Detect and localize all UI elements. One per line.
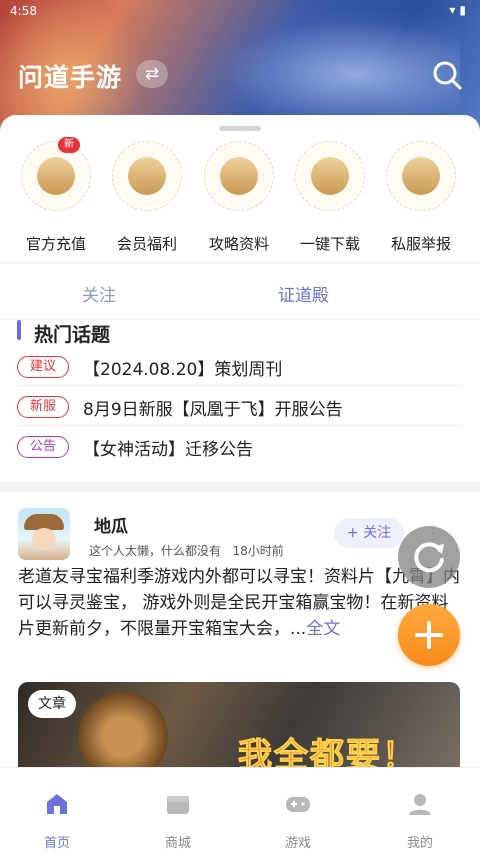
quick-actions-card: 新 官方充值 会员福利 攻略资料 一键下载 私服举报 — [0, 115, 480, 261]
plus-icon — [415, 621, 443, 649]
status-time: 4:58 — [10, 4, 37, 18]
nav-label: 我的 — [406, 836, 433, 851]
post-user-meta: 这个人太懒，什么都没有 18小时前 — [89, 542, 284, 559]
topic-text: 【女神活动】迁移公告 — [83, 440, 253, 460]
topic-tag: 公告 — [17, 436, 69, 458]
bottom-nav: 首页 商城 游戏 我的 — [0, 767, 480, 859]
refresh-icon — [414, 542, 444, 573]
post-text: 老道友寻宝福利季游戏内外都可以寻宝！资料片【九霄】内可以寻灵鉴宝， 游戏外则是全… — [18, 567, 460, 639]
gift-box-icon — [128, 157, 166, 195]
shop-icon — [167, 796, 189, 814]
feed-tabs: 关注 证道殿 — [0, 264, 480, 320]
search-button[interactable] — [430, 58, 464, 92]
image-art — [78, 692, 168, 767]
quick-action-label: 一键下载 — [299, 235, 360, 253]
topic-item[interactable]: 新服 8月9日新服【凤凰于飞】开服公告 — [17, 390, 461, 426]
download-icon — [311, 157, 349, 195]
battery-icon: ▮ — [459, 3, 470, 17]
section-marker — [17, 320, 21, 340]
quick-action-recharge[interactable]: 新 官方充值 — [14, 137, 98, 254]
nav-label: 商城 — [164, 836, 191, 851]
home-icon — [47, 794, 67, 814]
follow-button[interactable]: + 关注 — [334, 518, 404, 548]
refresh-button[interactable] — [398, 526, 460, 588]
tab-follow[interactable]: 关注 — [82, 281, 116, 306]
image-caption: 我全都要！ — [238, 736, 418, 768]
topic-tag: 建议 — [17, 356, 69, 378]
status-icons: ▾▮ — [449, 3, 470, 17]
post-user-name[interactable]: 地瓜 — [94, 512, 128, 537]
quick-action-label: 私服举报 — [390, 235, 451, 253]
nav-games[interactable]: 游戏 — [258, 790, 338, 851]
post-time: 18小时前 — [232, 544, 284, 558]
topic-tag: 新服 — [17, 396, 69, 418]
nav-label: 首页 — [43, 836, 70, 851]
warning-icon — [402, 157, 440, 195]
wifi-icon: ▾ — [449, 3, 460, 17]
nav-home[interactable]: 首页 — [17, 790, 97, 851]
post-image[interactable]: 我全都要！ 文章 — [18, 682, 460, 767]
post-signature: 这个人太懒，什么都没有 — [89, 544, 222, 558]
search-icon — [433, 61, 462, 90]
quick-action-label: 攻略资料 — [208, 235, 269, 253]
switch-icon: ⇄ — [144, 64, 160, 84]
app-title: 问道手游 — [18, 63, 123, 92]
topic-item[interactable]: 公告 【女神活动】迁移公告 — [17, 430, 461, 466]
hot-topics-section: 热门话题 建议 【2024.08.20】策划周刊 新服 8月9日新服【凤凰于飞】… — [0, 320, 480, 482]
profile-icon — [409, 794, 431, 815]
read-full-link[interactable]: 全文 — [306, 619, 340, 639]
quick-action-download[interactable]: 一键下载 — [288, 141, 372, 254]
tab-zhengdaodian[interactable]: 证道殿 — [278, 281, 329, 306]
nav-profile[interactable]: 我的 — [380, 790, 460, 851]
yin-yang-icon — [220, 157, 258, 195]
switch-game-button[interactable]: ⇄ — [136, 60, 168, 88]
gamepad-icon — [286, 797, 310, 812]
avatar[interactable] — [18, 508, 70, 560]
topic-text: 【2024.08.20】策划周刊 — [83, 360, 283, 380]
nav-shop[interactable]: 商城 — [138, 790, 218, 851]
quick-action-label: 官方充值 — [25, 235, 86, 253]
drag-handle[interactable] — [219, 126, 261, 131]
gold-ingot-icon — [37, 157, 75, 195]
article-tag: 文章 — [28, 690, 76, 718]
nav-label: 游戏 — [284, 836, 311, 851]
quick-action-member-benefits[interactable]: 会员福利 — [105, 141, 189, 254]
hot-topics-title: 热门话题 — [34, 324, 111, 346]
quick-action-report[interactable]: 私服举报 — [379, 141, 463, 254]
quick-action-label: 会员福利 — [116, 235, 177, 253]
quick-action-guides[interactable]: 攻略资料 — [197, 141, 281, 254]
status-bar: 4:58 ▾▮ — [0, 0, 480, 22]
topic-text: 8月9日新服【凤凰于飞】开服公告 — [83, 400, 343, 420]
new-badge: 新 — [58, 137, 80, 153]
post-body[interactable]: 老道友寻宝福利季游戏内外都可以寻宝！资料片【九霄】内可以寻灵鉴宝， 游戏外则是全… — [18, 564, 462, 642]
topic-item[interactable]: 建议 【2024.08.20】策划周刊 — [17, 350, 461, 386]
create-post-button[interactable] — [398, 604, 460, 666]
